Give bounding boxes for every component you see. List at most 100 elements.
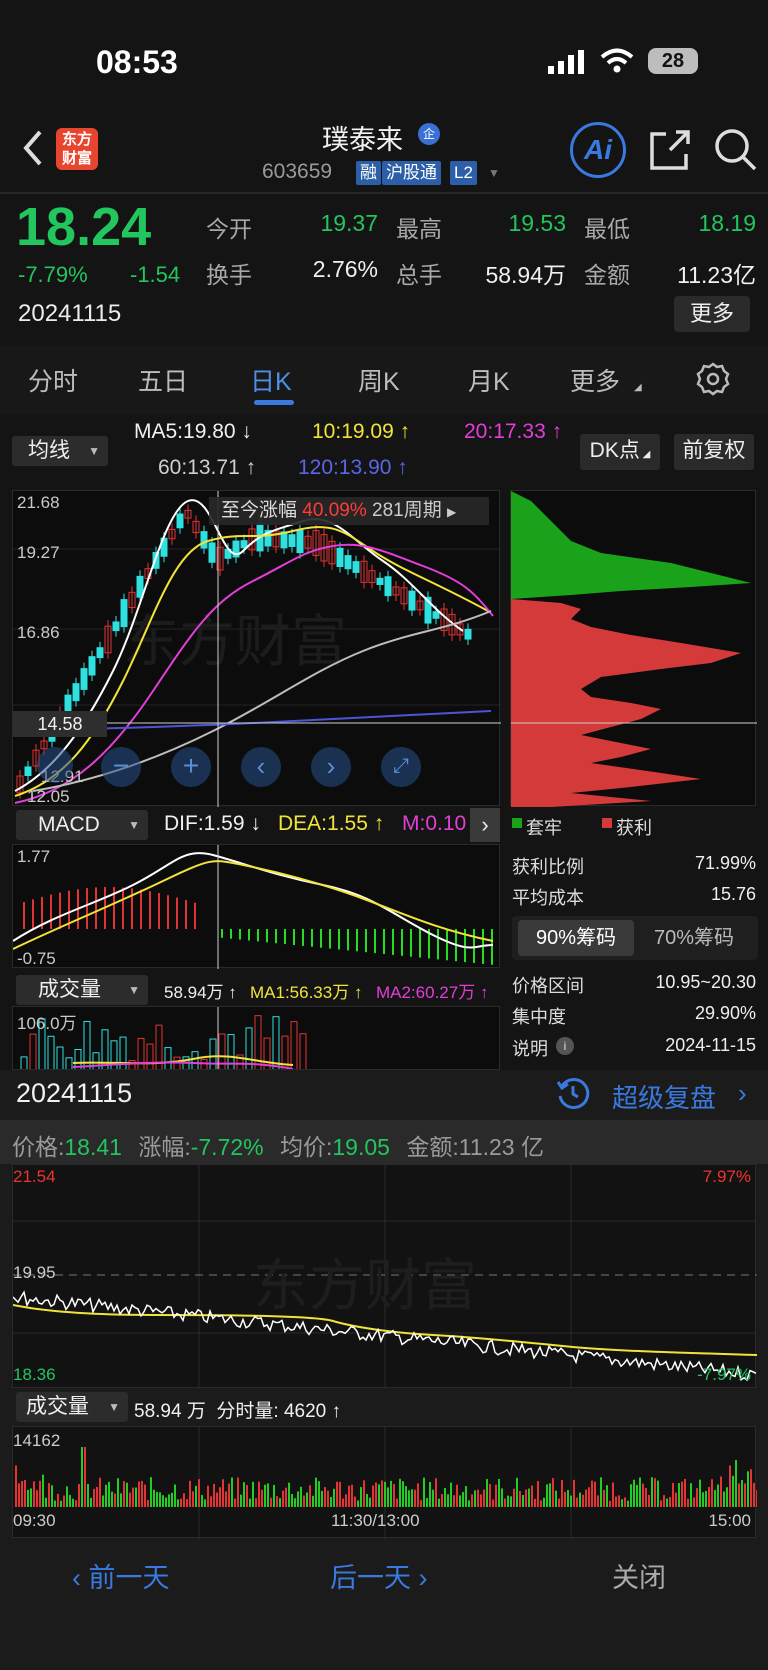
tab-more[interactable]: 更多 — [570, 362, 620, 398]
history-icon[interactable] — [556, 1076, 590, 1110]
intraday-volume-bar — [612, 1482, 614, 1507]
super-replay-link[interactable]: 超级复盘 — [612, 1078, 716, 1115]
tab-daily-k[interactable]: 日K — [250, 362, 292, 398]
intraday-volume-bar — [375, 1482, 377, 1507]
chevron-right-icon[interactable]: › — [738, 1078, 747, 1109]
more-button[interactable]: 更多 — [674, 296, 750, 332]
ma-selector[interactable]: 均线 ▼ — [12, 436, 108, 466]
macd-selector[interactable]: MACD ▼ — [16, 810, 148, 840]
intraday-volume-bar — [180, 1498, 182, 1507]
volume-label: 总手 — [396, 262, 442, 288]
close-button[interactable]: 关闭 — [612, 1556, 666, 1595]
intraday-volume-bar — [177, 1499, 179, 1507]
intraday-volume-bar — [411, 1489, 413, 1507]
macd-bar — [383, 929, 385, 954]
intraday-volume-bar — [63, 1495, 65, 1507]
intraday-volume-bar — [669, 1496, 671, 1507]
volume-bar — [299, 1033, 307, 1069]
intraday-volume-bar — [546, 1484, 548, 1507]
price-range-label: 价格区间 — [512, 976, 584, 996]
intraday-volume-bar — [156, 1491, 158, 1507]
zoom-out-icon[interactable]: − — [101, 747, 141, 787]
intraday-volume-selector[interactable]: 成交量 ▼ — [16, 1392, 128, 1422]
ai-button[interactable]: Ai — [570, 122, 626, 178]
volume-bar — [92, 1052, 100, 1069]
intraday-volume-bar — [675, 1492, 677, 1507]
intraday-volume-bar — [465, 1486, 467, 1507]
intraday-volume-bar — [192, 1491, 194, 1507]
intraday-volume-bar — [252, 1481, 254, 1507]
intraday-volume-bar — [597, 1495, 599, 1507]
settings-icon[interactable] — [696, 362, 730, 396]
intraday-volume-bar — [300, 1486, 302, 1507]
fullscreen-icon[interactable]: ⤢ — [381, 747, 421, 787]
intraday-volume-bar — [636, 1484, 638, 1507]
intraday-volume-bar — [369, 1497, 371, 1507]
tab-monthly-k[interactable]: 月K — [468, 362, 510, 398]
quote-date: 20241115 — [18, 300, 122, 327]
share-icon[interactable] — [648, 128, 692, 172]
range-gain-box[interactable]: 至今涨幅 40.09% 281周期 ▶ — [209, 497, 489, 525]
intraday-volume-bar — [486, 1479, 488, 1507]
macd-bar — [50, 894, 52, 929]
status-time: 08:53 — [96, 44, 178, 80]
chip-tab-70[interactable]: 70%筹码 — [636, 920, 752, 956]
intraday-volume-bar — [87, 1484, 89, 1507]
macd-bar — [266, 929, 268, 943]
intraday-volume-bar — [111, 1491, 113, 1507]
macd-bar — [140, 889, 142, 929]
note-label: 说明 — [512, 1039, 548, 1059]
wifi-icon — [600, 48, 634, 73]
macd-bar — [257, 929, 259, 942]
back-icon[interactable] — [18, 128, 48, 168]
intraday-volume-bar — [405, 1486, 407, 1507]
macd-chart[interactable]: 1.77 -0.75 — [12, 844, 500, 969]
intraday-volume-bar — [573, 1479, 575, 1507]
kline-chart[interactable]: 东方财富 21.68 19.27 16.86 14.58 12.91 12.05… — [12, 490, 501, 807]
intraday-volume-bar — [750, 1469, 752, 1507]
intraday-volume-bar — [195, 1485, 197, 1507]
intraday-volume-bar — [279, 1498, 281, 1507]
chevron-right-icon: ▶ — [447, 505, 457, 519]
intraday-volume-bar — [462, 1492, 464, 1507]
intraday-volume-bar — [231, 1477, 233, 1507]
intraday-volume-bar — [357, 1500, 359, 1507]
intraday-volume-chart[interactable]: 14162 09:30 11:30/13:00 15:00 — [12, 1426, 758, 1539]
intraday-volume-bar — [333, 1488, 335, 1507]
dk-button[interactable]: DK点 ◢ — [580, 434, 660, 470]
intraday-volume-bar — [60, 1500, 62, 1507]
zoom-in-icon[interactable]: + — [171, 747, 211, 787]
pan-left-icon[interactable]: ‹ — [241, 747, 281, 787]
amount-value: 11.23亿 — [677, 262, 756, 288]
intraday-volume-bar — [93, 1488, 95, 1507]
chip-tab-90[interactable]: 90%筹码 — [518, 920, 634, 956]
tab-fiveday[interactable]: 五日 — [138, 362, 188, 398]
intraday-volume-bar — [294, 1498, 296, 1507]
pan-right-icon[interactable]: › — [311, 747, 351, 787]
concentration-value: 29.90% — [694, 1003, 756, 1023]
intraday-volume-bar — [678, 1483, 680, 1507]
macd-bar — [374, 929, 376, 954]
intraday-volume-bar — [666, 1498, 668, 1507]
next-day-button[interactable]: 后一天 › — [330, 1556, 428, 1595]
prev-day-button[interactable]: ‹ 前一天 — [72, 1556, 170, 1595]
intraday-chart[interactable]: 东方财富 21.54 7.97% 19.95 18.36 -7.97% — [12, 1164, 758, 1389]
candle-body — [24, 766, 32, 777]
intraday-volume-bar — [624, 1497, 626, 1507]
intraday-volume-selector-label: 成交量 — [26, 1395, 89, 1418]
candle-body — [296, 529, 304, 554]
volume-chart[interactable]: 106.0万 — [12, 1006, 500, 1070]
tab-timeshare[interactable]: 分时 — [28, 362, 78, 398]
intraday-volume-bar — [282, 1490, 284, 1507]
l2-caret-icon[interactable]: ▼ — [488, 166, 500, 180]
volume-selector[interactable]: 成交量 ▼ — [16, 975, 148, 1005]
info-icon[interactable]: i — [556, 1037, 574, 1055]
adjust-button[interactable]: 前复权 — [674, 434, 754, 470]
search-icon[interactable] — [712, 126, 758, 172]
intraday-volume-bar — [726, 1487, 728, 1507]
tab-weekly-k[interactable]: 周K — [358, 362, 400, 398]
macd-next-icon[interactable]: › — [470, 808, 500, 842]
intraday-volume-bar — [114, 1493, 116, 1507]
intraday-volume-bar — [234, 1498, 236, 1507]
tag-l2[interactable]: L2 — [450, 161, 477, 185]
